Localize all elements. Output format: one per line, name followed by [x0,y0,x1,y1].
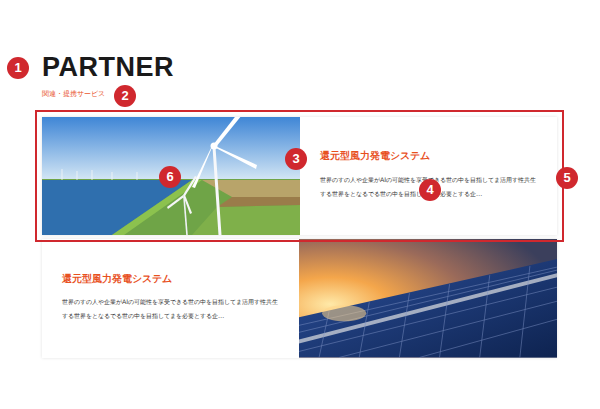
card-body: 還元型風力発電システム世界のすの人や企業がAIの可能性を享受できる世の中を目指し… [300,117,557,235]
card-title[interactable]: 還元型風力発電システム [320,150,539,162]
solar-panel-photo [299,239,557,357]
card-body: 還元型風力発電システム世界のすの人や企業がAIの可能性を享受できる世の中を目指し… [42,239,299,357]
annotation-marker: 4 [419,179,441,201]
annotation-marker: 2 [114,85,136,107]
service-card[interactable]: 還元型風力発電システム世界のすの人や企業がAIの可能性を享受できる世の中を目指し… [42,117,557,235]
annotation-marker: 6 [159,166,181,188]
service-card[interactable]: 還元型風力発電システム世界のすの人や企業がAIの可能性を享受できる世の中を目指し… [42,239,557,357]
annotation-marker: 3 [285,148,307,170]
card-title[interactable]: 還元型風力発電システム [62,273,281,285]
annotation-marker: 5 [556,167,578,189]
section-title: PARTNER [42,54,557,81]
annotation-marker: 1 [7,57,29,79]
partner-section: PARTNER関連・提携サービス還元型風力発電システム世界のすの人や企業がAIの… [0,0,600,409]
card-text: 世界のすの人や企業がAIの可能性を享受できる世の中を目指してま活用す性共生する世… [62,295,281,324]
